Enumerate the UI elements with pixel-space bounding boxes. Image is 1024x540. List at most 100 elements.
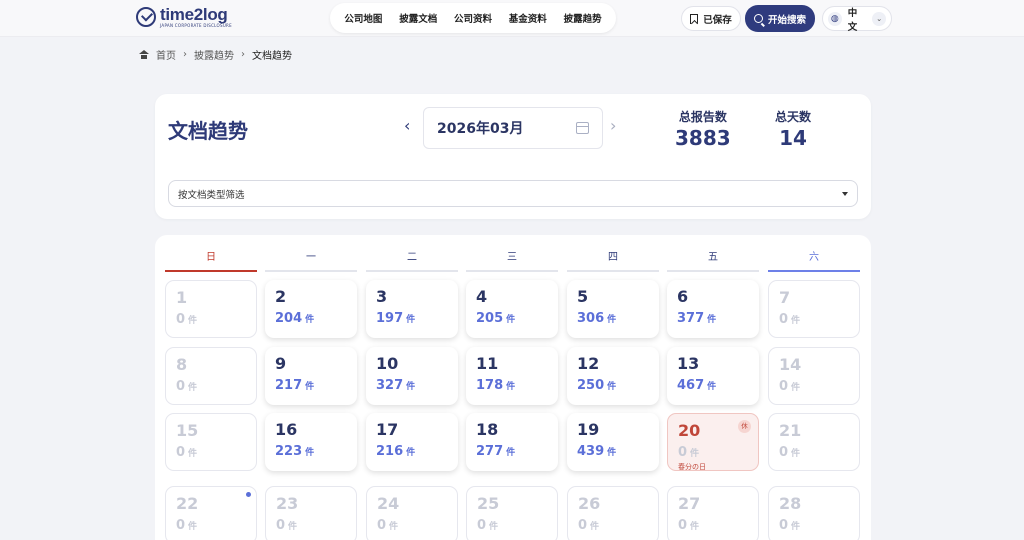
day-count-value: 204: [275, 311, 303, 326]
day-count-unit: 件: [590, 522, 600, 532]
calendar-day-cell[interactable]: 4 205 件: [466, 280, 558, 338]
day-count-unit: 件: [506, 382, 516, 392]
day-count-value: 178: [476, 378, 504, 393]
day-number: 13: [677, 354, 700, 373]
calendar-day-cell[interactable]: 6 377 件: [667, 280, 759, 338]
breadcrumb-parent[interactable]: 披露趋势: [194, 47, 234, 62]
calendar-day-cell[interactable]: 13 467 件: [667, 347, 759, 405]
nav-company-map[interactable]: 公司地图: [344, 11, 382, 25]
day-count-unit: 件: [288, 522, 298, 532]
calendar-day-cell[interactable]: 3 197 件: [366, 280, 458, 338]
day-number: 12: [577, 354, 600, 373]
day-count-unit: 件: [188, 383, 198, 393]
day-count: 377 件: [677, 312, 749, 325]
holiday-name: 春分の日: [678, 463, 706, 471]
calendar-day-cell[interactable]: 21 0 件: [768, 413, 860, 471]
calendar-day-cell[interactable]: 18 277 件: [466, 413, 558, 471]
calendar-day-cell[interactable]: 19 439 件: [567, 413, 659, 471]
calendar-day-cell[interactable]: 12 250 件: [567, 347, 659, 405]
brand-logo[interactable]: time2log JAPAN CORPORATE DISCLOSURE: [136, 6, 232, 28]
day-count-unit: 件: [406, 448, 416, 458]
nav-fund-info[interactable]: 基金资料: [509, 11, 547, 25]
day-count-unit: 件: [707, 382, 717, 392]
calendar-day-cell[interactable]: 27 0 件: [667, 486, 759, 540]
day-count: 439 件: [577, 445, 649, 458]
nav-disclosure-trends[interactable]: 披露趋势: [564, 11, 602, 25]
doc-type-filter[interactable]: 按文档类型筛选: [168, 180, 858, 207]
prev-month-button[interactable]: ‹: [404, 116, 410, 135]
breadcrumb-home[interactable]: 首页: [156, 47, 176, 62]
day-count: 306 件: [577, 312, 649, 325]
calendar-day-cell[interactable]: 1 0件: [165, 280, 257, 338]
calendar-day-cell[interactable]: 2 204 件: [265, 280, 357, 338]
calendar-day-cell[interactable]: 15 0 件: [165, 413, 257, 471]
day-number: 17: [376, 420, 399, 439]
calendar-icon: [576, 122, 589, 134]
calendar-day-cell[interactable]: 11 178 件: [466, 347, 558, 405]
day-count: 0件: [377, 519, 447, 532]
search-icon: [753, 14, 763, 23]
calendar-day-cell[interactable]: 9 217 件: [265, 347, 357, 405]
calendar-day-cell[interactable]: 24 0 件: [366, 486, 458, 540]
chevron-right-icon: ›: [241, 49, 245, 60]
day-number: 11: [476, 354, 499, 373]
calendar-day-cell[interactable]: 28 0 件: [768, 486, 860, 540]
day-count-unit: 件: [489, 522, 499, 532]
day-count-unit: 件: [791, 449, 801, 459]
calendar-day-cell[interactable]: 23 0 件: [265, 486, 357, 540]
nav-disclosure-docs[interactable]: 披露文档: [399, 11, 437, 25]
day-count: 197 件: [376, 312, 448, 325]
day-count: 467 件: [677, 379, 749, 392]
holiday-badge: 休: [738, 420, 751, 433]
calendar-day-cell[interactable]: 22 0 件: [165, 486, 257, 540]
nav-company-info[interactable]: 公司资料: [454, 11, 492, 25]
day-number: 8: [176, 355, 188, 374]
weekday-header: 三: [466, 249, 558, 272]
day-count-value: 0: [779, 445, 789, 460]
day-number: 27: [678, 494, 701, 513]
day-number: 19: [577, 420, 600, 439]
day-number: 15: [176, 421, 199, 440]
search-button[interactable]: 开始搜索: [745, 5, 815, 32]
day-count-value: 197: [376, 311, 404, 326]
day-count-value: 439: [577, 444, 605, 459]
language-selector[interactable]: ◍ 中文 ⌄: [822, 6, 892, 33]
brand-tagline: JAPAN CORPORATE DISCLOSURE: [160, 23, 232, 28]
weekday-header: 四: [567, 249, 659, 272]
day-count: 0件: [779, 446, 849, 459]
page-title: 文档趋势: [168, 119, 248, 143]
day-count: 0件: [276, 519, 346, 532]
day-count-value: 277: [476, 444, 504, 459]
day-count-value: 223: [275, 444, 303, 459]
calendar-day-cell[interactable]: 5 306 件: [567, 280, 659, 338]
day-count: 217 件: [275, 379, 347, 392]
day-count: 0件: [779, 519, 849, 532]
total-days-value: 14: [779, 126, 807, 150]
day-count-unit: 件: [506, 448, 516, 458]
day-number: 26: [578, 494, 601, 513]
day-count-unit: 件: [188, 522, 198, 532]
calendar-day-cell[interactable]: 16 223 件: [265, 413, 357, 471]
calendar-day-cell[interactable]: 7 0件: [768, 280, 860, 338]
calendar-day-cell[interactable]: 10 327 件: [366, 347, 458, 405]
day-count-unit: 件: [506, 315, 516, 325]
day-count-value: 327: [376, 378, 404, 393]
total-reports-label: 总报告数: [678, 110, 727, 124]
calendar-day-cell[interactable]: 14 0 件: [768, 347, 860, 405]
weekday-header: 五: [667, 249, 759, 272]
chevron-right-icon: ›: [183, 49, 187, 60]
day-count: 0件: [176, 313, 246, 326]
month-picker[interactable]: 2026年03月: [423, 107, 603, 149]
day-number: 21: [779, 421, 802, 440]
calendar-day-cell[interactable]: 26 0 件: [567, 486, 659, 540]
calendar-day-cell[interactable]: 17 216 件: [366, 413, 458, 471]
day-count-value: 0: [678, 518, 688, 533]
next-month-button[interactable]: ›: [610, 116, 616, 135]
calendar-day-cell[interactable]: 8 0件: [165, 347, 257, 405]
calendar-day-cell[interactable]: 25 0 件: [466, 486, 558, 540]
day-count-value: 0: [477, 518, 487, 533]
home-icon: [139, 50, 149, 59]
calendar-day-cell[interactable]: 20 0 件春分の日休: [667, 413, 759, 471]
saved-button[interactable]: 已保存: [681, 6, 741, 31]
total-days-stat: 总天数 14: [775, 108, 811, 150]
